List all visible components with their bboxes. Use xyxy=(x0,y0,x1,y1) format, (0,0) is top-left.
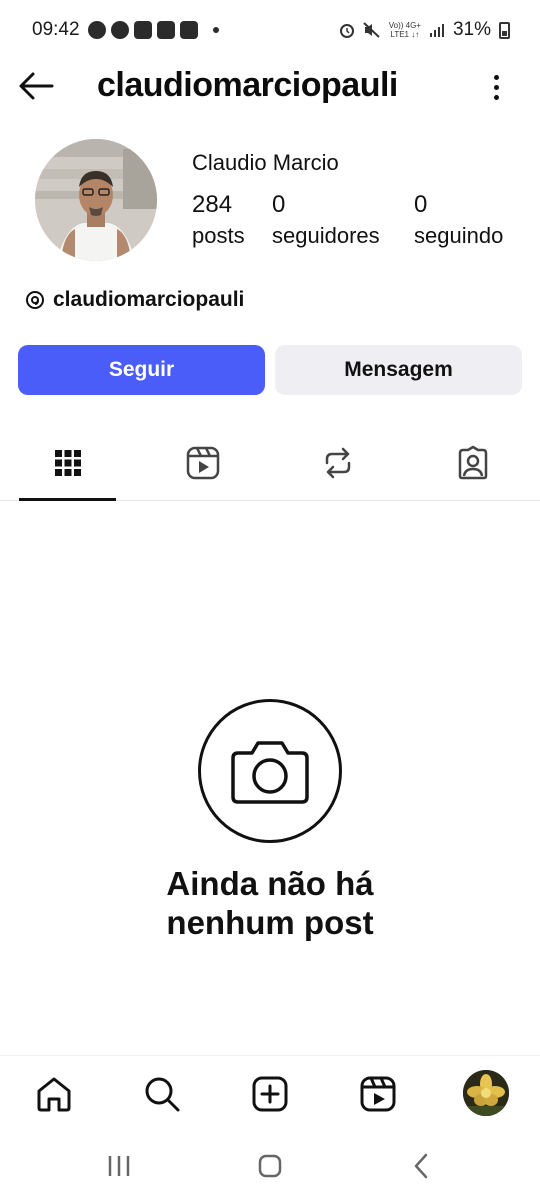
recent-apps-button[interactable] xyxy=(99,1151,139,1181)
instagram-icon xyxy=(180,21,198,39)
search-icon xyxy=(145,1077,180,1112)
bottom-navigation xyxy=(0,1055,540,1135)
tab-reels[interactable] xyxy=(154,437,251,500)
tab-tagged[interactable] xyxy=(424,437,521,500)
notification-icons xyxy=(88,21,219,39)
empty-state-line-1: Ainda não há xyxy=(166,865,374,902)
youtube-icon xyxy=(157,21,175,39)
nav-home[interactable] xyxy=(34,1074,74,1114)
threads-icon xyxy=(26,291,44,309)
whatsapp-icon xyxy=(111,21,129,39)
posts-stat[interactable]: 284 posts xyxy=(192,191,245,249)
recent-apps-icon xyxy=(108,1156,130,1176)
followers-label: seguidores xyxy=(272,223,380,248)
nav-reels[interactable] xyxy=(358,1074,398,1114)
status-indicators: Vo)) 4G+ LTE1 ↓↑ 31% xyxy=(339,19,510,41)
tab-reposts[interactable] xyxy=(289,437,386,500)
system-back-button[interactable] xyxy=(401,1151,441,1181)
threads-handle: claudiomarciopauli xyxy=(53,288,245,311)
empty-state-circle xyxy=(198,699,342,843)
posts-count: 284 xyxy=(192,191,233,218)
home-square-icon xyxy=(258,1154,282,1178)
tab-grid[interactable] xyxy=(19,437,116,501)
system-navigation-bar xyxy=(0,1135,540,1200)
back-button[interactable] xyxy=(18,70,54,102)
following-stat[interactable]: 0 seguindo xyxy=(414,191,503,249)
status-bar: 09:42 Vo)) 4G+ LTE1 ↓↑ 31% xyxy=(0,0,540,62)
more-options-button[interactable] xyxy=(486,70,506,104)
empty-state-message: Ainda não há nenhum post xyxy=(0,864,540,942)
mute-icon xyxy=(363,22,380,38)
empty-state-line-2: nenhum post xyxy=(166,904,374,941)
grid-icon xyxy=(54,450,81,476)
following-count: 0 xyxy=(414,191,428,218)
page-title: claudiomarciopauli xyxy=(97,66,398,104)
youtube-icon xyxy=(134,21,152,39)
more-dot xyxy=(493,94,499,100)
signal-icon xyxy=(429,24,444,37)
posts-label: posts xyxy=(192,223,245,248)
profile-header: claudiomarciopauli xyxy=(0,62,540,112)
more-dot xyxy=(493,74,499,80)
following-label: seguindo xyxy=(414,223,504,248)
alarm-icon xyxy=(339,24,354,38)
profile-avatar[interactable] xyxy=(35,139,157,261)
message-button[interactable]: Mensagem xyxy=(275,345,522,395)
avatar-photo xyxy=(35,139,157,261)
status-time: 09:42 xyxy=(32,19,80,40)
messenger-icon xyxy=(88,21,106,39)
followers-stat[interactable]: 0 seguidores xyxy=(272,191,380,249)
flower-avatar-icon xyxy=(463,1070,509,1116)
network-type-top: Vo)) 4G+ xyxy=(388,21,421,30)
nav-profile-avatar[interactable] xyxy=(463,1070,509,1116)
repost-icon xyxy=(325,447,350,479)
more-dot xyxy=(493,84,499,90)
follow-button[interactable]: Seguir xyxy=(18,345,265,395)
reels-icon xyxy=(360,1076,396,1112)
more-notifications-dot xyxy=(213,27,219,33)
create-icon xyxy=(252,1076,288,1112)
camera-icon xyxy=(231,741,309,804)
nav-search[interactable] xyxy=(142,1074,182,1114)
display-name: Claudio Marcio xyxy=(192,150,339,175)
tagged-icon xyxy=(458,445,487,480)
home-icon xyxy=(37,1077,71,1112)
battery-percent: 31% xyxy=(452,19,491,40)
arrow-left-icon xyxy=(19,72,54,100)
threads-link[interactable]: claudiomarciopauli xyxy=(25,288,244,312)
reels-icon xyxy=(186,446,219,480)
profile-tabs xyxy=(0,437,540,501)
chevron-left-icon xyxy=(414,1153,428,1179)
battery-icon xyxy=(499,21,510,39)
system-home-button[interactable] xyxy=(250,1151,290,1181)
network-type-bottom: LTE1 ↓↑ xyxy=(390,30,420,39)
followers-count: 0 xyxy=(272,191,286,218)
network-indicator: Vo)) 4G+ LTE1 ↓↑ xyxy=(389,21,421,39)
nav-create[interactable] xyxy=(250,1074,290,1114)
